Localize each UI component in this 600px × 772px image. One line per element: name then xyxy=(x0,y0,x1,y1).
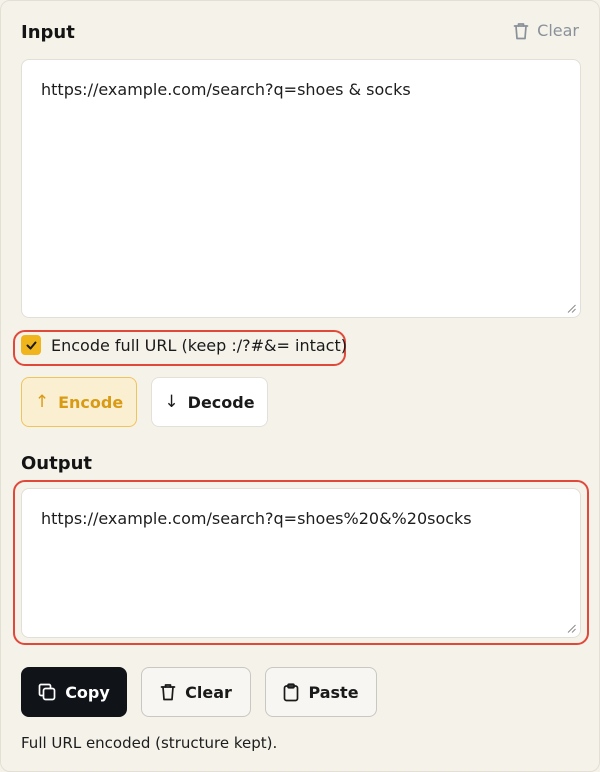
copy-button[interactable]: Copy xyxy=(21,667,127,717)
encode-full-url-option[interactable]: Encode full URL (keep :/?#&= intact) xyxy=(21,335,347,355)
decode-button[interactable]: ↓ Decode xyxy=(151,377,268,427)
output-clear-button[interactable]: Clear xyxy=(141,667,251,717)
input-clear-label: Clear xyxy=(537,21,579,40)
trash-icon xyxy=(160,683,176,701)
copy-icon xyxy=(38,683,56,701)
arrow-down-icon: ↓ xyxy=(164,392,179,412)
input-text: https://example.com/search?q=shoes & soc… xyxy=(41,80,411,99)
trash-icon xyxy=(513,22,529,40)
input-clear-button[interactable]: Clear xyxy=(513,21,579,40)
copy-label: Copy xyxy=(65,682,110,702)
arrow-up-icon: ↑ xyxy=(34,392,50,412)
decode-label: Decode xyxy=(187,392,255,412)
resize-grip-icon[interactable] xyxy=(567,304,576,313)
encode-label: Encode xyxy=(58,392,124,412)
status-message: Full URL encoded (structure kept). xyxy=(21,734,278,752)
url-encoder-panel: Input Clear https://example.com/search?q… xyxy=(0,0,600,772)
encode-full-url-label: Encode full URL (keep :/?#&= intact) xyxy=(51,335,347,355)
input-title: Input xyxy=(21,22,75,43)
output-title: Output xyxy=(21,453,93,474)
encode-button[interactable]: ↑ Encode xyxy=(21,377,137,427)
input-textarea[interactable]: https://example.com/search?q=shoes & soc… xyxy=(21,59,581,318)
output-textarea[interactable]: https://example.com/search?q=shoes%20&%2… xyxy=(21,488,581,638)
encode-full-url-checkbox[interactable] xyxy=(21,335,41,355)
output-text: https://example.com/search?q=shoes%20&%2… xyxy=(41,509,472,528)
resize-grip-icon[interactable] xyxy=(567,624,576,633)
paste-label: Paste xyxy=(308,682,359,702)
paste-button[interactable]: Paste xyxy=(265,667,377,717)
output-clear-label: Clear xyxy=(185,682,232,702)
check-icon xyxy=(26,341,36,349)
clipboard-icon xyxy=(283,682,299,702)
